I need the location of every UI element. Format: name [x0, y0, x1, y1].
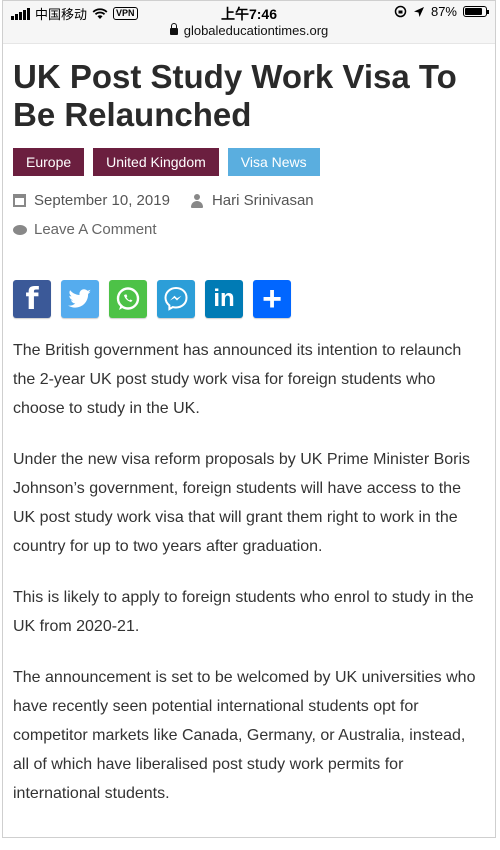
tag-europe[interactable]: Europe [13, 148, 85, 176]
share-facebook-button[interactable]: f [13, 280, 51, 318]
messenger-icon [164, 286, 188, 311]
author-link[interactable]: Hari Srinivasan [212, 192, 314, 209]
category-tags: Europe United Kingdom Visa News [13, 148, 485, 176]
whatsapp-icon [116, 287, 140, 310]
post-date: September 10, 2019 [34, 192, 170, 209]
location-arrow-icon [413, 6, 424, 17]
article-paragraph: Under the new visa reform proposals by U… [13, 451, 471, 555]
comment-icon [13, 224, 27, 235]
share-linkedin-button[interactable]: in [205, 280, 243, 318]
comment-row: Leave A Comment [13, 221, 485, 238]
share-twitter-button[interactable] [61, 280, 99, 318]
article-paragraph: This is likely to apply to foreign stude… [13, 589, 474, 635]
url-text: globaleducationtimes.org [183, 23, 329, 38]
article-paragraph: The announcement is set to be welcomed b… [13, 669, 476, 802]
twitter-icon [68, 289, 91, 308]
post-meta: September 10, 2019 Hari Srinivasan [13, 192, 485, 209]
linkedin-icon: in [213, 285, 235, 312]
article-body: The British government has announced its… [13, 336, 485, 808]
facebook-icon: f [25, 281, 39, 317]
calendar-icon [13, 194, 26, 207]
address-bar[interactable]: globaleducationtimes.org [3, 23, 495, 44]
article-paragraph: The British government has announced its… [13, 342, 462, 417]
tag-visa-news[interactable]: Visa News [227, 148, 320, 176]
share-more-button[interactable]: + [253, 280, 291, 318]
user-icon [190, 193, 204, 208]
share-messenger-button[interactable] [157, 280, 195, 318]
article-content: UK Post Study Work Visa To Be Relaunched… [3, 44, 495, 808]
share-whatsapp-button[interactable] [109, 280, 147, 318]
phone-screen: 中国移动 VPN 上午7:46 87% globaleducationtimes… [2, 0, 496, 838]
plus-icon: + [262, 279, 282, 318]
status-bar: 中国移动 VPN 上午7:46 87% [3, 1, 495, 23]
share-buttons: f in + [13, 280, 485, 318]
battery-icon [463, 6, 489, 17]
leave-comment-link[interactable]: Leave A Comment [34, 221, 157, 238]
rotation-lock-icon [394, 5, 407, 18]
battery-percent: 87% [430, 4, 457, 19]
tag-united-kingdom[interactable]: United Kingdom [93, 148, 219, 176]
lock-icon [169, 23, 178, 35]
article-title: UK Post Study Work Visa To Be Relaunched [13, 58, 457, 133]
